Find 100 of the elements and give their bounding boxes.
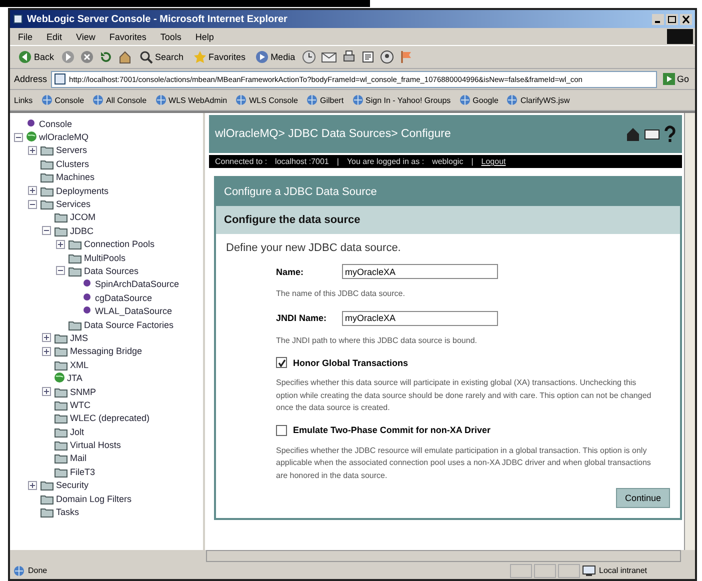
menu-item[interactable]: Edit [46, 32, 62, 42]
forward-icon[interactable] [61, 50, 76, 64]
print-icon[interactable] [342, 50, 356, 64]
maximize-icon[interactable] [666, 14, 678, 24]
expand-icon[interactable] [42, 387, 51, 396]
link-button[interactable]: Google [458, 94, 498, 106]
tree-item[interactable]: Tasks [56, 507, 80, 518]
link-button[interactable]: Console [40, 94, 84, 106]
tree-item[interactable]: SNMP [70, 386, 96, 396]
expand-icon[interactable] [28, 146, 37, 155]
tree-item[interactable]: JTA [67, 373, 82, 384]
tree-item[interactable]: XML [70, 360, 89, 370]
zone-text: Local intranet [599, 566, 648, 575]
tree-item[interactable]: JMS [70, 332, 88, 343]
tree-item[interactable]: FileT3 [70, 466, 96, 477]
collapse-icon[interactable] [42, 226, 51, 236]
expand-icon[interactable] [56, 240, 65, 249]
tree-item[interactable]: Connection Pools [84, 239, 155, 250]
tree-item[interactable]: Domain Log Filters [56, 494, 132, 504]
refresh-icon[interactable] [99, 50, 114, 64]
mail-icon[interactable] [321, 50, 338, 64]
vertical-scrollbar[interactable] [684, 113, 695, 550]
minimize-icon[interactable] [652, 14, 664, 24]
home-icon[interactable] [626, 126, 640, 142]
logout-link[interactable]: Logout [481, 157, 506, 166]
link-button[interactable]: Gilbert [306, 94, 344, 106]
messenger-icon[interactable] [380, 50, 394, 64]
menu-item[interactable]: Favorites [109, 32, 146, 42]
tree-item[interactable]: JCOM [70, 212, 96, 222]
expand-icon[interactable] [28, 186, 37, 196]
tree-item[interactable]: WTC [70, 400, 90, 410]
home-icon[interactable] [118, 50, 132, 64]
checkbox[interactable] [276, 424, 287, 436]
field-label: JNDI Name: [276, 313, 328, 323]
close-icon[interactable] [680, 14, 692, 24]
go-button[interactable]: Go [660, 73, 691, 85]
stop-icon[interactable] [80, 50, 94, 64]
continue-button[interactable]: Continue [616, 488, 670, 508]
collapse-icon[interactable] [56, 266, 65, 276]
help-text: The JNDI path to where this JDBC data source is bound. [276, 334, 478, 347]
link-button[interactable]: Sign In - Yahoo! Groups [352, 94, 451, 106]
link-button[interactable]: All Console [92, 94, 147, 106]
media-icon [254, 50, 269, 64]
globe-icon [54, 372, 65, 384]
toolbar-button[interactable]: Media [252, 49, 298, 65]
link-button[interactable]: WLS Console [235, 94, 298, 106]
folder-icon [54, 412, 68, 424]
tree-item[interactable]: Console [39, 118, 72, 129]
tree-item[interactable]: WLEC (deprecated) [70, 413, 150, 424]
tree-item[interactable]: wlOracleMQ [39, 132, 89, 142]
tree-item[interactable]: Machines [56, 172, 95, 182]
separator: | [336, 157, 339, 166]
toolbar-button[interactable]: Back [16, 49, 56, 65]
link-button[interactable]: WLS WebAdmin [154, 94, 228, 106]
tree-item[interactable]: JDBC [70, 226, 94, 236]
menu-item[interactable]: File [18, 32, 33, 42]
folder-icon [54, 332, 68, 344]
tree-item[interactable]: WLAL_DataSource [95, 306, 172, 316]
collapse-icon[interactable] [28, 200, 37, 209]
collapse-icon[interactable] [14, 132, 23, 142]
menu-item[interactable]: Tools [160, 32, 182, 42]
tree-item[interactable]: Clusters [56, 158, 90, 169]
tree-item[interactable]: Messaging Bridge [70, 346, 142, 356]
status-pane [510, 564, 532, 578]
tree-item[interactable]: Data Sources [84, 266, 139, 276]
tree-item[interactable]: Security [56, 480, 89, 490]
tree-item[interactable]: Services [56, 199, 91, 210]
text-field[interactable]: myOracleXA [342, 310, 498, 326]
flag-icon[interactable] [399, 50, 414, 64]
text-field[interactable]: myOracleXA [342, 264, 498, 279]
window-title: WebLogic Server Console - Microsoft Internet Explorer [27, 14, 288, 24]
expand-icon[interactable] [42, 346, 51, 356]
folder-icon [40, 479, 54, 492]
history-icon[interactable] [302, 50, 316, 64]
help-icon[interactable] [664, 125, 676, 143]
folder-icon [40, 158, 54, 170]
favorites-icon [192, 50, 207, 64]
folder-icon [54, 439, 68, 452]
tree-item[interactable]: cgDataSource [95, 292, 152, 303]
tree-item[interactable]: Jolt [70, 426, 84, 437]
tree-item[interactable]: Data Source Factories [84, 320, 174, 330]
toolbar-button[interactable]: Favorites [190, 49, 248, 65]
tree-item[interactable]: SpinArchDataSource [95, 279, 180, 290]
edit-icon[interactable] [361, 50, 376, 64]
tree-item[interactable]: Servers [56, 145, 88, 156]
expand-icon[interactable] [28, 480, 37, 490]
monitor-icon[interactable] [644, 127, 660, 141]
expand-icon[interactable] [42, 333, 51, 342]
menu-item[interactable]: Help [195, 32, 214, 42]
tree-item[interactable]: Virtual Hosts [70, 440, 121, 450]
help-text: The name of this JDBC data source. [276, 288, 406, 300]
horizontal-scrollbar[interactable] [206, 550, 681, 562]
menu-item[interactable]: View [76, 32, 96, 42]
checkbox[interactable] [276, 357, 287, 368]
tree-item[interactable]: Deployments [56, 186, 109, 196]
toolbar-button[interactable]: Search [137, 49, 186, 65]
folder-icon [68, 238, 82, 250]
link-button[interactable]: ClarifyWS.jsw [506, 94, 570, 106]
tree-item[interactable]: MultiPools [84, 252, 126, 263]
tree-item[interactable]: Mail [70, 453, 87, 464]
